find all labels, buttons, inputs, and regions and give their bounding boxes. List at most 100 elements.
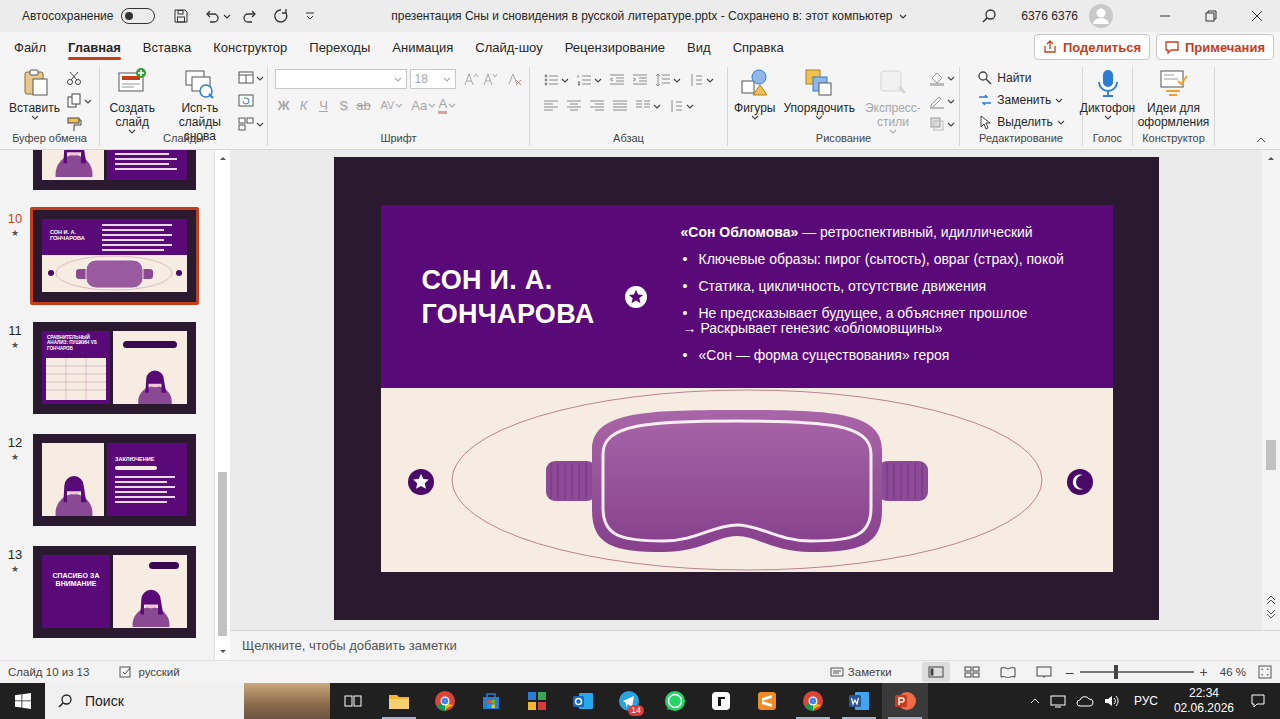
- thumbnail-frame[interactable]: СРАВНИТЕЛЬНЫЙ АНАЛИЗ: ПУШКИН VS ГОНЧАРОВ: [30, 319, 199, 417]
- chevron-down-icon[interactable]: [947, 76, 955, 81]
- folder-icon[interactable]: [387, 689, 411, 713]
- note-icon[interactable]: [709, 689, 733, 713]
- input-language[interactable]: РУС: [1134, 694, 1158, 708]
- notes-icon[interactable]: [830, 666, 844, 678]
- search-icon[interactable]: [981, 8, 997, 24]
- normal-view-button[interactable]: [922, 662, 950, 682]
- taskbar-app[interactable]: [698, 683, 744, 719]
- select-button[interactable]: Выделить: [977, 112, 1064, 132]
- reuse-slides-button-icon[interactable]: [184, 67, 216, 99]
- spacing-icon[interactable]: [655, 72, 671, 88]
- clear-format-icon[interactable]: [507, 71, 523, 87]
- font-style-button[interactable]: К: [295, 95, 313, 115]
- chevron-down-icon[interactable]: [256, 122, 264, 127]
- thumbnail-scrollbar[interactable]: [214, 150, 230, 660]
- thumbnail-image[interactable]: [33, 150, 196, 190]
- find-icon[interactable]: [977, 70, 993, 86]
- taskbar-app[interactable]: [376, 683, 422, 719]
- thumbnail-frame[interactable]: СОН И. А. ГОНЧАРОВА: [30, 207, 199, 305]
- autosave-toggle[interactable]: [121, 8, 155, 24]
- outline-icon[interactable]: [929, 93, 945, 109]
- outdent-button[interactable]: [609, 71, 625, 89]
- chevron-down-icon[interactable]: [815, 115, 823, 120]
- align-direction-button[interactable]: [668, 97, 694, 115]
- notifications-icon[interactable]: [1250, 693, 1266, 709]
- reading-view-button[interactable]: [994, 662, 1022, 682]
- cloud-icon[interactable]: [1076, 695, 1094, 707]
- sorter-view-button[interactable]: [958, 662, 986, 682]
- fill-button[interactable]: [929, 69, 955, 87]
- reading-view-icon[interactable]: [1000, 666, 1016, 678]
- numbers-icon[interactable]: [576, 72, 592, 88]
- thumbnail-frame[interactable]: СПАСИБО ЗА ВНИМАНИЕ: [30, 543, 199, 641]
- section-button[interactable]: [238, 115, 264, 133]
- chevron-down-icon[interactable]: [428, 103, 436, 108]
- dictate-button-icon[interactable]: [1092, 67, 1124, 99]
- paste-button-icon[interactable]: [19, 67, 51, 99]
- chevron-down-icon[interactable]: [899, 14, 907, 19]
- effects-button[interactable]: [929, 115, 955, 133]
- thumbnail-item[interactable]: 10★СОН И. А. ГОНЧАРОВА: [0, 207, 214, 319]
- chevron-down-icon[interactable]: [686, 104, 694, 109]
- task-view-button[interactable]: [330, 683, 376, 719]
- bullets-icon[interactable]: [543, 72, 559, 88]
- find-button[interactable]: Найти: [977, 68, 1031, 88]
- notes-button[interactable]: Заметки: [830, 666, 892, 678]
- tiles-icon[interactable]: [525, 689, 549, 713]
- thumbnail-item[interactable]: 11★СРАВНИТЕЛЬНЫЙ АНАЛИЗ: ПУШКИН VS ГОНЧА…: [0, 319, 214, 431]
- font-style-button[interactable]: AV: [381, 95, 404, 115]
- windows-logo-icon[interactable]: [15, 693, 31, 709]
- align-justify-icon[interactable]: [612, 98, 628, 114]
- taskbar-app[interactable]: [468, 683, 514, 719]
- customize-icon[interactable]: [304, 10, 316, 22]
- ribbon-tab[interactable]: Переходы: [298, 32, 381, 62]
- chevron-down-icon[interactable]: [947, 99, 955, 104]
- volume-icon[interactable]: [1104, 694, 1120, 708]
- spellcheck-icon[interactable]: [119, 665, 133, 679]
- thumbnail-item[interactable]: 12★ЗАКЛЮЧЕНИЕ: [0, 431, 214, 543]
- font-name-field[interactable]: [275, 69, 407, 89]
- chevron-down-icon[interactable]: [947, 122, 955, 127]
- thumbnail-image[interactable]: СОН И. А. ГОНЧАРОВА: [33, 210, 196, 302]
- restore-icon[interactable]: [1205, 10, 1217, 22]
- spacing-button[interactable]: [655, 71, 681, 89]
- thumbnail-image[interactable]: ЗАКЛЮЧЕНИЕ: [33, 434, 196, 526]
- collapse-icon[interactable]: [1256, 137, 1266, 143]
- taskbar-app[interactable]: 14: [606, 683, 652, 719]
- fit-slide-icon[interactable]: [1258, 665, 1272, 679]
- taskbar-app[interactable]: [836, 683, 882, 719]
- restore-button[interactable]: [1188, 0, 1234, 32]
- share-icon[interactable]: [1043, 40, 1057, 54]
- layout-button[interactable]: [238, 69, 264, 87]
- numbers-button[interactable]: [576, 71, 602, 89]
- whatsapp-icon[interactable]: [663, 689, 687, 713]
- chevron-down-icon[interactable]: [443, 77, 451, 82]
- replace-button[interactable]: Заменить: [977, 90, 1063, 110]
- align-left-icon[interactable]: [543, 98, 559, 114]
- new-slide-button[interactable]: Создать слайд: [103, 67, 162, 134]
- chevron-down-icon[interactable]: [673, 78, 681, 83]
- network-icon[interactable]: [1050, 694, 1066, 708]
- undo-icon[interactable]: [204, 8, 220, 24]
- mail-icon[interactable]: [571, 689, 595, 713]
- ribbon-tab[interactable]: Вид: [676, 32, 722, 62]
- thumbnail-item[interactable]: 13★СПАСИБО ЗА ВНИМАНИЕ: [0, 543, 214, 655]
- align-center-button[interactable]: [566, 97, 582, 115]
- zoom-out-button[interactable]: –: [1066, 664, 1074, 680]
- chevron-down-icon[interactable]: [561, 78, 569, 83]
- zoom-slider[interactable]: [1080, 671, 1194, 673]
- thumbnail-item[interactable]: [0, 150, 214, 207]
- taskbar-app[interactable]: [422, 683, 468, 719]
- copy-button[interactable]: [66, 92, 92, 110]
- comment-icon[interactable]: [1165, 40, 1179, 54]
- sorter-view-icon[interactable]: [964, 666, 980, 678]
- align-center-icon[interactable]: [566, 98, 582, 114]
- zoom-in-button[interactable]: +: [1200, 664, 1208, 680]
- ribbon-tab[interactable]: Файл: [3, 32, 57, 62]
- scroll-up-icon[interactable]: [1267, 155, 1275, 161]
- chrome-icon[interactable]: [433, 689, 457, 713]
- indent-button[interactable]: [632, 71, 648, 89]
- word-icon[interactable]: [847, 689, 871, 713]
- reuse-slides-button[interactable]: Исп-ть слайды снова: [166, 67, 234, 143]
- taskbar-app[interactable]: [790, 683, 836, 719]
